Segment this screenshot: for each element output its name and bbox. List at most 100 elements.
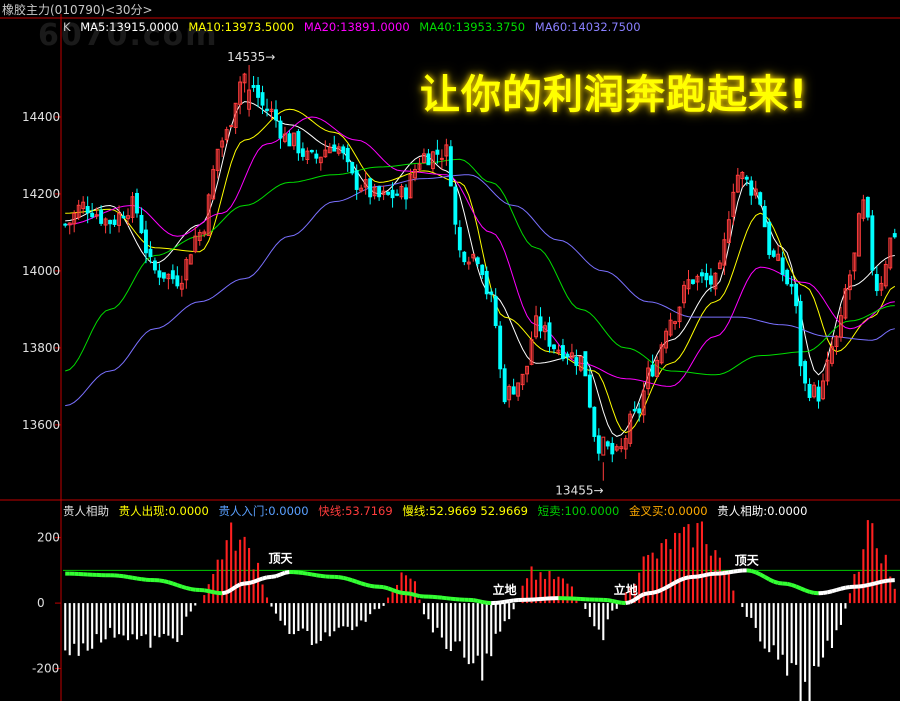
signal-line-seg	[754, 570, 762, 577]
signal-line-seg	[652, 589, 658, 595]
hist-bar-down	[126, 603, 130, 641]
hist-bar-up	[409, 578, 412, 604]
hist-bar-up	[660, 543, 663, 604]
signal-line-seg	[625, 600, 631, 606]
signal-line-seg	[391, 588, 398, 594]
candle-down	[574, 357, 579, 366]
signal-line-seg	[633, 595, 641, 602]
price-chart[interactable]: 14400 14200 14000 13800 13600 14535→ 13455→ 200…	[0, 0, 900, 701]
hist-bar-down	[777, 603, 780, 660]
hist-bar-down	[100, 603, 103, 643]
candle-down	[650, 364, 655, 377]
hist-bar-down	[82, 603, 85, 644]
signal-line-seg	[611, 598, 618, 604]
candle-down	[610, 442, 615, 455]
signal-line-seg	[252, 578, 259, 584]
signal-line-seg	[508, 598, 514, 604]
signal-line-seg	[136, 576, 142, 582]
candle-down	[395, 193, 399, 196]
candle-down	[265, 108, 269, 111]
hist-bar-down	[449, 603, 452, 652]
signal-line-seg	[159, 578, 165, 584]
candle-down	[161, 272, 166, 279]
signal-line-seg	[880, 578, 887, 584]
hist-bar-up	[234, 550, 237, 604]
candle-down	[708, 275, 713, 285]
hist-bar-down	[759, 603, 762, 642]
hist-bar-down	[440, 603, 443, 638]
candle-down	[498, 325, 503, 370]
signal-line-seg	[827, 589, 833, 595]
ma-line-ma10	[65, 108, 896, 434]
signal-line-seg	[499, 599, 505, 605]
signal-line-seg	[230, 585, 237, 592]
signal-line-seg	[472, 598, 479, 603]
candle-down	[314, 153, 319, 159]
hist-bar-up	[391, 592, 394, 604]
signal-line-seg	[845, 585, 851, 590]
signal-line-seg	[724, 570, 730, 575]
candle-down	[426, 153, 431, 166]
y-tick-label: 14000	[22, 264, 60, 278]
signal-line-seg	[225, 588, 233, 595]
hist-bar-down	[593, 603, 596, 627]
hist-bar-down	[494, 603, 497, 634]
signal-line-seg	[316, 573, 322, 578]
hist-bar-down	[485, 603, 488, 654]
candle-down	[386, 191, 391, 195]
candle-down	[493, 296, 498, 326]
candle-down	[85, 206, 90, 214]
hist-bar-down	[382, 603, 385, 606]
signal-line-seg	[795, 584, 802, 591]
hist-bar-up	[207, 584, 210, 604]
candle-down	[484, 270, 489, 295]
signal-line-seg	[141, 577, 147, 582]
hist-bar-down	[476, 603, 479, 656]
ma-line-ma40	[65, 158, 895, 376]
signal-line-seg	[786, 581, 793, 587]
candle-down	[480, 264, 485, 276]
candle-down	[632, 408, 637, 412]
hist-bar-up	[252, 569, 255, 604]
candle-down	[144, 229, 148, 254]
signal-line-seg	[840, 585, 846, 591]
candle-down	[700, 272, 704, 277]
hist-bar-down	[355, 603, 358, 627]
hist-bar-up	[848, 593, 851, 604]
hist-bar-down	[310, 603, 313, 646]
signal-line-seg	[279, 570, 286, 577]
hist-bar-up	[723, 570, 726, 604]
signal-line-seg	[172, 581, 178, 587]
signal-line-seg	[221, 590, 228, 596]
hist-bar-down	[292, 603, 295, 635]
hist-bar-down	[306, 603, 309, 632]
candle-down	[892, 233, 897, 238]
sub-marker-top2: 顶天	[735, 553, 760, 567]
hist-bar-down	[283, 603, 286, 626]
hist-bar-up	[893, 588, 896, 604]
hist-bar-down	[750, 603, 753, 618]
signal-line-seg	[629, 597, 636, 604]
candle-down	[404, 187, 408, 200]
hist-bar-up	[265, 597, 269, 604]
candle-down	[287, 133, 292, 147]
signal-line-seg	[885, 578, 891, 583]
signal-line-seg	[768, 577, 775, 584]
hist-bar-up	[709, 555, 712, 604]
sub-y-tick-label: 200	[37, 531, 60, 545]
candle-down	[767, 221, 772, 255]
hist-bar-up	[678, 533, 681, 604]
candle-down	[547, 322, 552, 347]
signal-line-seg	[123, 574, 129, 579]
y-tick-label: 14400	[22, 110, 60, 124]
hist-bar-up	[674, 532, 677, 604]
hist-bar-down	[602, 603, 605, 641]
candle-down	[112, 219, 117, 225]
signal-line-seg	[369, 583, 375, 589]
hist-bar-down	[131, 603, 134, 635]
hist-bar-down	[431, 603, 434, 633]
signal-line-seg	[858, 583, 864, 589]
signal-line-seg	[706, 571, 712, 577]
signal-line-seg	[132, 575, 138, 581]
hist-bar-up	[871, 523, 874, 604]
